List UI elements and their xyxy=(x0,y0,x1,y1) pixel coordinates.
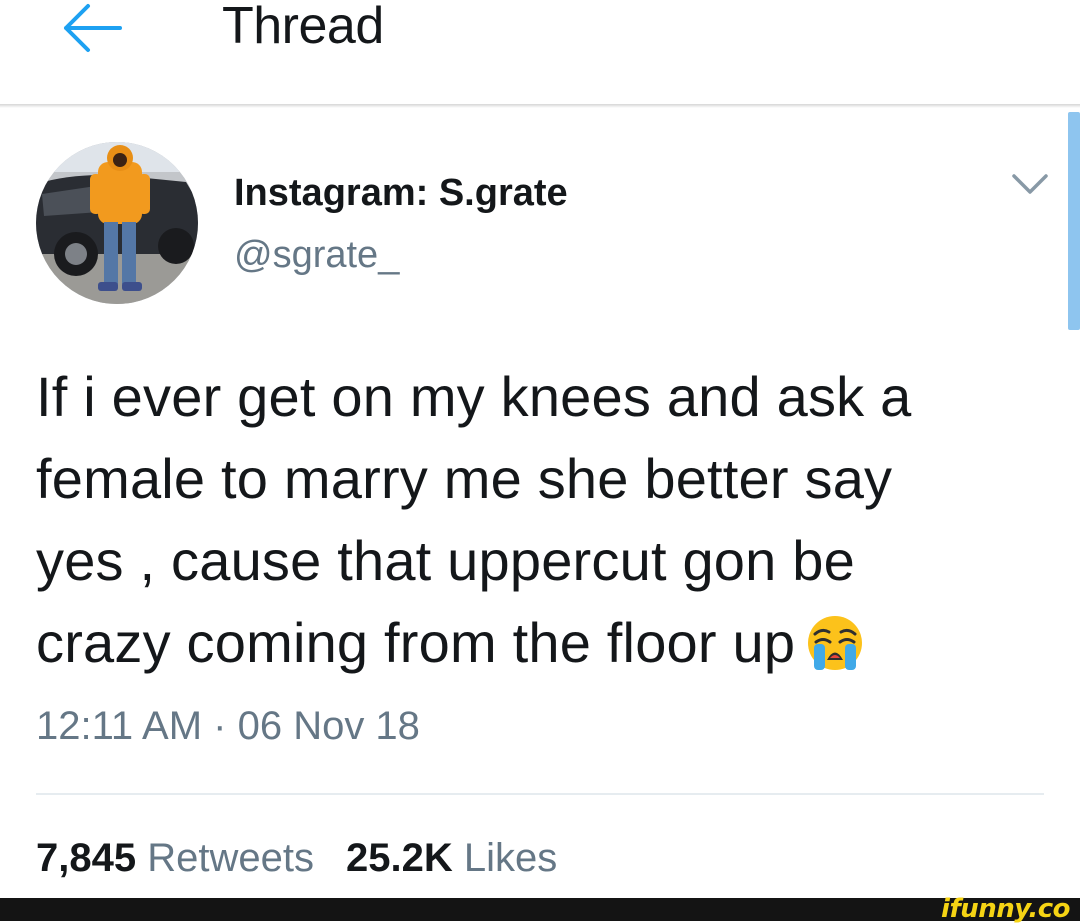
top-app-bar: Thread xyxy=(0,0,1080,104)
tweet-text-line-with-emoji: crazy coming from the floor up xyxy=(36,602,1056,684)
tweet-text-line: crazy coming from the floor up xyxy=(36,611,796,674)
tweet-text: If i ever get on my knees and ask a fema… xyxy=(36,356,1056,684)
watermark-logo: ifunny.co xyxy=(941,894,1070,924)
retweets-label: Retweets xyxy=(147,836,314,880)
avatar[interactable] xyxy=(36,142,198,304)
likes-count: 25.2K xyxy=(345,836,453,880)
likes-stat[interactable]: 25.2K Likes xyxy=(346,836,557,880)
loudly-crying-face-emoji xyxy=(805,612,865,672)
scrollbar[interactable] xyxy=(1068,112,1080,330)
likes-label: Likes xyxy=(463,836,558,880)
watermark-bar xyxy=(0,898,1080,921)
divider xyxy=(36,793,1044,795)
retweets-stat[interactable]: 7,845 Retweets xyxy=(36,836,314,880)
page-title: Thread xyxy=(222,0,384,55)
retweets-count: 7,845 xyxy=(36,836,137,880)
author-display-name[interactable]: Instagram: S.grate xyxy=(234,172,568,215)
tweet-timestamp[interactable]: 12:11 AM · 06 Nov 18 xyxy=(36,704,420,749)
header-divider xyxy=(0,104,1080,108)
tweet-text-line: If i ever get on my knees and ask a xyxy=(36,365,912,428)
chevron-down-icon xyxy=(1012,174,1048,194)
tweet-menu-button[interactable] xyxy=(1008,168,1052,200)
tweet-text-line: female to marry me she better say xyxy=(36,447,893,510)
author-handle[interactable]: @sgrate_ xyxy=(234,234,399,277)
arrow-left-icon xyxy=(64,4,122,52)
tweet-text-line: yes , cause that uppercut gon be xyxy=(36,529,855,592)
tweet-stats: 7,845 Retweets 25.2K Likes xyxy=(36,836,557,881)
back-button[interactable] xyxy=(58,2,124,54)
